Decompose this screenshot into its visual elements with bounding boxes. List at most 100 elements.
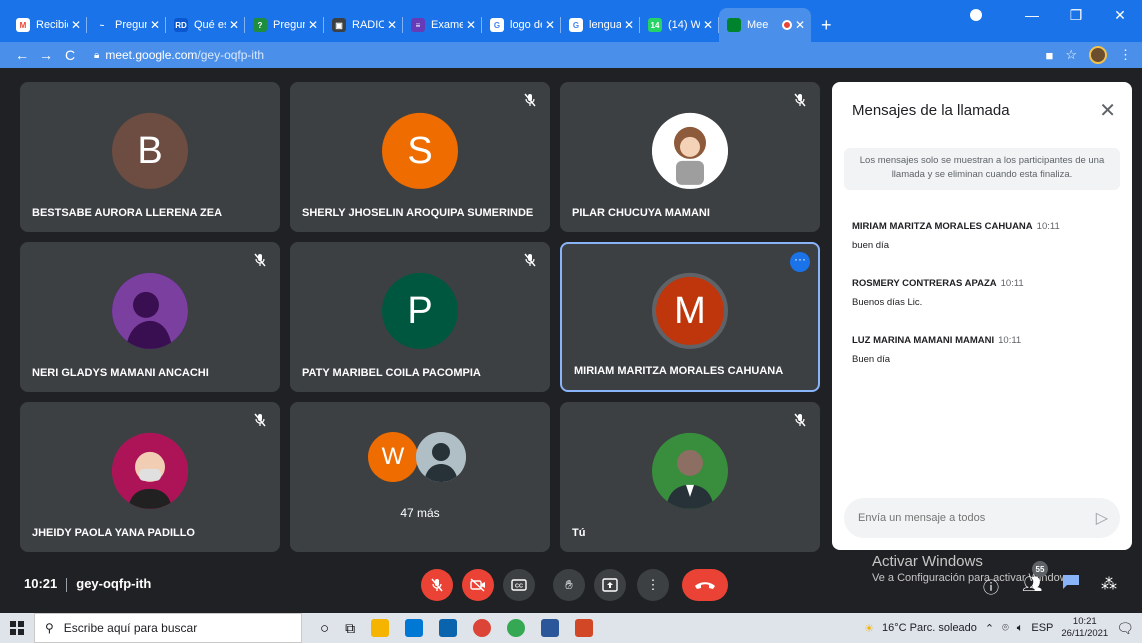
minimize-button[interactable]: — [1010, 7, 1054, 23]
new-tab-button[interactable]: + [821, 8, 832, 42]
task-view-icon[interactable]: ⧉ [345, 620, 355, 637]
camera-toggle-button[interactable] [462, 569, 494, 601]
browser-tab[interactable]: Glogo de✕ [482, 8, 561, 42]
participant-tile[interactable]: W 47 más [290, 402, 550, 552]
clock[interactable]: 10:21 26/11/2021 [1061, 616, 1108, 640]
volume-icon[interactable]: 🔈︎ [1017, 622, 1024, 635]
file-explorer-icon[interactable] [371, 619, 390, 637]
close-icon[interactable]: ✕ [150, 18, 160, 32]
info-icon[interactable]: ⓘ [983, 574, 999, 598]
url-field[interactable]: meet.google.com/gey-oqfp-ith [105, 48, 264, 62]
tab-title: RADIO [352, 19, 384, 31]
reload-icon[interactable]: C [58, 47, 82, 63]
activities-icon[interactable]: ⁂ [1101, 574, 1117, 594]
close-icon[interactable]: ✕ [466, 18, 476, 32]
cortana-icon[interactable]: ○ [320, 620, 329, 637]
powerpoint-icon[interactable] [575, 619, 594, 637]
search-icon: ⚲ [45, 621, 54, 635]
store-icon[interactable] [405, 619, 424, 637]
avatar-photo [416, 432, 466, 482]
people-icon[interactable]: 👥︎ [1022, 574, 1042, 594]
close-icon[interactable]: ✕ [1099, 98, 1116, 123]
mail-icon[interactable] [439, 619, 458, 637]
forward-icon[interactable]: → [34, 47, 58, 63]
word-icon[interactable] [541, 619, 560, 637]
message-time: 10:11 [998, 335, 1022, 346]
participant-name: PATY MARIBEL COILA PACOMPIA [302, 367, 481, 379]
avatar: M [652, 272, 728, 349]
participant-tile[interactable]: S SHERLY JHOSELIN AROQUIPA SUMERINDE [290, 82, 550, 232]
close-icon[interactable]: ✕ [703, 18, 713, 32]
browser-tab[interactable]: ≡ Examen✕ [403, 8, 482, 42]
browser-tab[interactable]: RD Qué es ✕ [166, 8, 245, 42]
start-button[interactable] [0, 621, 34, 635]
system-tray: ☀ 16°C Parc. soleado ⌃ ⌾ 🔈︎ ESP 10:21 26… [864, 613, 1134, 643]
tab-google-meet[interactable]: Mee ✕ [719, 8, 811, 42]
address-bar: ← → C 🔒︎ meet.google.com/gey-oqfp-ith ■ … [0, 42, 1142, 68]
tab-title: logo de [510, 19, 542, 31]
avatar: B [112, 112, 188, 189]
tab-favicon-icon: G [569, 18, 583, 32]
participant-count-badge: 55 [1032, 561, 1048, 577]
participant-tile[interactable]: Tú [560, 402, 820, 552]
message-text: Buenos días Lic. [852, 297, 923, 308]
leave-call-button[interactable] [682, 569, 728, 601]
back-icon[interactable]: ← [10, 47, 34, 63]
chrome-icon[interactable] [473, 619, 492, 637]
svg-text:CC: CC [515, 584, 523, 590]
notifications-icon[interactable]: 🗨︎ [1116, 620, 1134, 637]
send-icon[interactable]: ▷ [1096, 508, 1108, 528]
language-indicator[interactable]: ESP [1031, 622, 1053, 634]
close-icon[interactable]: ✕ [624, 18, 634, 32]
network-icon[interactable]: ⌾ [1002, 622, 1009, 635]
participant-tile[interactable]: NERI GLADYS MAMANI ANCACHI [20, 242, 280, 392]
mic-toggle-button[interactable] [421, 569, 453, 601]
more-options-button[interactable]: ⋮ [637, 569, 669, 601]
captions-button[interactable]: CC [503, 569, 535, 601]
browser-tab[interactable]: 14 (14) Wh✕ [640, 8, 719, 42]
menu-icon[interactable]: ⋮ [1119, 47, 1132, 63]
close-icon[interactable]: ✕ [71, 18, 81, 32]
chat-input[interactable] [844, 498, 1120, 538]
weather-text[interactable]: 16°C Parc. soleado [882, 622, 977, 634]
mic-off-icon [522, 252, 538, 268]
participant-tile[interactable]: M ··· MIRIAM MARITZA MORALES CAHUANA [560, 242, 820, 392]
close-icon[interactable]: ✕ [387, 18, 397, 32]
browser-tab[interactable]: ~ Pregunta✕ [87, 8, 166, 42]
chrome-profile-icon[interactable] [507, 619, 526, 637]
chat-panel: Mensajes de la llamada ✕ Los mensajes so… [832, 82, 1132, 550]
browser-tab[interactable]: ▣ RADIO ✕ [324, 8, 403, 42]
tab-favicon-icon: ▣ [332, 18, 346, 32]
browser-tab-strip: MRecibido✕~Pregunta✕RDQué es✕?Pregunta✕▣… [0, 0, 1142, 42]
participant-tile[interactable]: P PATY MARIBEL COILA PACOMPIA [290, 242, 550, 392]
participant-name: MIRIAM MARITZA MORALES CAHUANA [574, 365, 784, 377]
present-button[interactable] [594, 569, 626, 601]
browser-tab[interactable]: ? Pregunta✕ [245, 8, 324, 42]
participant-name: JHEIDY PAOLA YANA PADILLO [32, 527, 195, 539]
profile-avatar[interactable] [1089, 46, 1107, 64]
restore-button[interactable]: ❐ [1054, 7, 1098, 24]
tab-title: Pregunta [115, 19, 147, 31]
close-window-button[interactable]: ✕ [1098, 7, 1142, 24]
browser-tab[interactable]: M Recibido✕ [8, 8, 87, 42]
browser-tab[interactable]: Glengua ✕ [561, 8, 640, 42]
taskbar-search[interactable]: ⚲ Escribe aquí para buscar [34, 613, 302, 643]
avatar-photo [652, 432, 728, 509]
participant-tile[interactable]: JHEIDY PAOLA YANA PADILLO [20, 402, 280, 552]
more-participants-label: 47 más [400, 506, 440, 520]
participant-tile[interactable]: B BESTSABE AURORA LLERENA ZEA [20, 82, 280, 232]
star-icon[interactable]: ☆ [1065, 47, 1077, 63]
close-icon[interactable]: ✕ [795, 18, 805, 32]
close-icon[interactable]: ✕ [545, 18, 555, 32]
message-sender: MIRIAM MARITZA MORALES CAHUANA [852, 221, 1033, 232]
close-icon[interactable]: ✕ [229, 18, 239, 32]
profile-icon[interactable] [970, 9, 982, 21]
chat-icon[interactable] [1062, 574, 1080, 595]
close-icon[interactable]: ✕ [308, 18, 318, 32]
camera-icon[interactable]: ■ [1045, 48, 1053, 63]
raise-hand-button[interactable]: ✋︎ [553, 569, 585, 601]
more-vert-icon: ⋮ [646, 577, 660, 592]
participant-tile[interactable]: PILAR CHUCUYA MAMANI [560, 82, 820, 232]
tray-chevron-icon[interactable]: ⌃ [985, 622, 994, 635]
tile-options-button[interactable]: ··· [790, 252, 810, 272]
